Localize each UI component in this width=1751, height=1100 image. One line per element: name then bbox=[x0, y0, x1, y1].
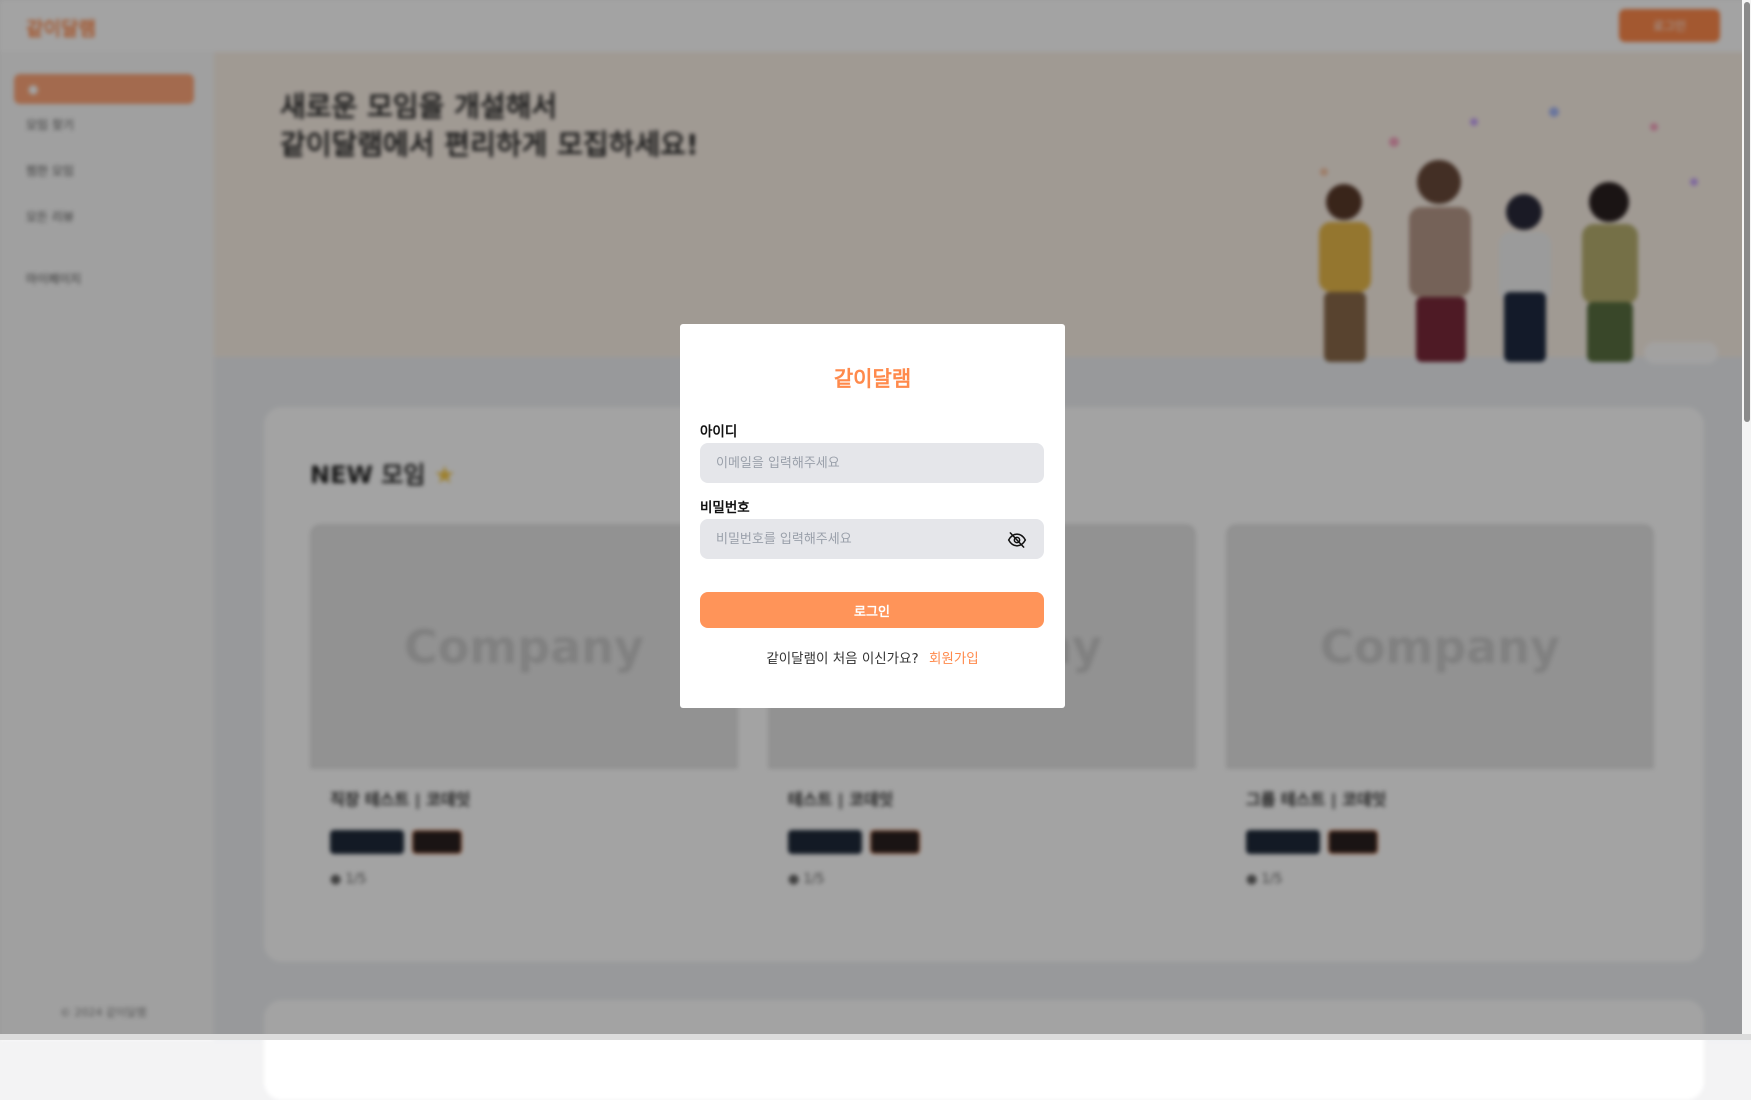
signup-prompt-text: 같이달램이 처음 이신가요? bbox=[766, 651, 919, 667]
scrollbar-thumb[interactable] bbox=[1744, 2, 1750, 422]
modal-logo: 같이달램 bbox=[833, 367, 912, 391]
email-input[interactable] bbox=[700, 443, 1044, 483]
signup-prompt: 같이달램이 처음 이신가요? 회원가입 bbox=[680, 647, 1065, 667]
eye-off-icon[interactable] bbox=[1007, 530, 1027, 550]
password-input[interactable] bbox=[700, 519, 1044, 559]
login-modal: 같이달램 아이디 비밀번호 로그인 같이달램이 처음 이신가요? 회원가입 bbox=[680, 324, 1065, 708]
password-label: 비밀번호 bbox=[700, 500, 750, 516]
id-label: 아이디 bbox=[700, 424, 738, 440]
signup-link[interactable]: 회원가입 bbox=[929, 651, 979, 667]
window-bottom-edge bbox=[0, 1034, 1751, 1040]
login-submit-button[interactable]: 로그인 bbox=[700, 592, 1044, 628]
